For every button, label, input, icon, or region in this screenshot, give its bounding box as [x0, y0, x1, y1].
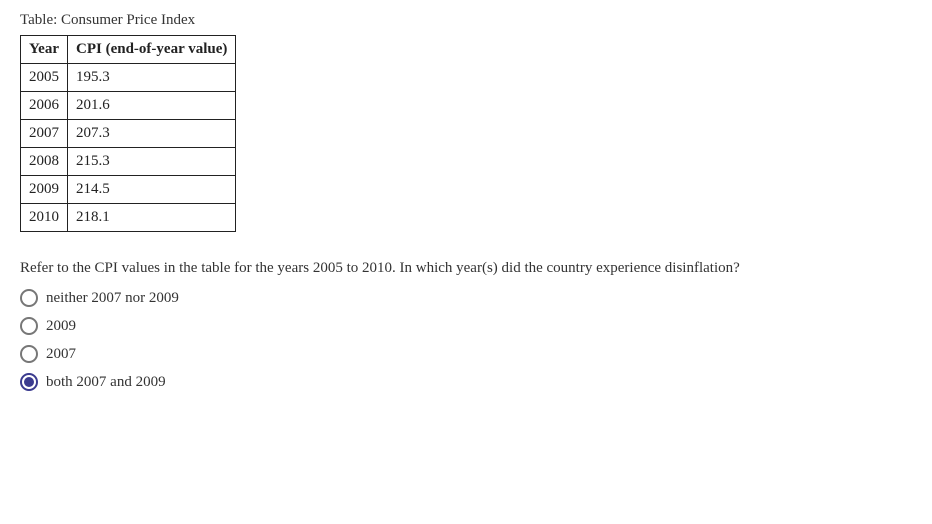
- options-list: neither 2007 nor 2009 2009 2007 both 2007 a…: [20, 289, 912, 391]
- cell-year: 2009: [21, 176, 68, 204]
- cell-year: 2010: [21, 204, 68, 232]
- table-title: Table: Consumer Price Index: [20, 12, 912, 29]
- cpi-table: Year CPI (end-of-year value) 2005195.320…: [20, 35, 236, 232]
- table-header-year: Year: [21, 36, 68, 64]
- cell-cpi: 218.1: [68, 204, 236, 232]
- radio-icon[interactable]: [20, 373, 38, 391]
- table-row: 2006201.6: [21, 92, 236, 120]
- table-row: 2005195.3: [21, 64, 236, 92]
- cell-cpi: 207.3: [68, 120, 236, 148]
- table-header-cpi: CPI (end-of-year value): [68, 36, 236, 64]
- option-label: 2007: [46, 346, 76, 363]
- table-row: 2010218.1: [21, 204, 236, 232]
- table-row: 2008215.3: [21, 148, 236, 176]
- cell-cpi: 215.3: [68, 148, 236, 176]
- cell-cpi: 195.3: [68, 64, 236, 92]
- table-row: 2009214.5: [21, 176, 236, 204]
- cell-cpi: 214.5: [68, 176, 236, 204]
- option-label: neither 2007 nor 2009: [46, 290, 179, 307]
- cell-year: 2008: [21, 148, 68, 176]
- cell-year: 2007: [21, 120, 68, 148]
- table-row: 2007207.3: [21, 120, 236, 148]
- option[interactable]: 2007: [20, 345, 912, 363]
- question-text: Refer to the CPI values in the table for…: [20, 260, 912, 277]
- radio-icon[interactable]: [20, 289, 38, 307]
- option[interactable]: both 2007 and 2009: [20, 373, 912, 391]
- radio-icon[interactable]: [20, 345, 38, 363]
- radio-icon[interactable]: [20, 317, 38, 335]
- option[interactable]: 2009: [20, 317, 912, 335]
- option-label: both 2007 and 2009: [46, 374, 166, 391]
- table-header-row: Year CPI (end-of-year value): [21, 36, 236, 64]
- option[interactable]: neither 2007 nor 2009: [20, 289, 912, 307]
- cell-year: 2006: [21, 92, 68, 120]
- cell-year: 2005: [21, 64, 68, 92]
- cell-cpi: 201.6: [68, 92, 236, 120]
- option-label: 2009: [46, 318, 76, 335]
